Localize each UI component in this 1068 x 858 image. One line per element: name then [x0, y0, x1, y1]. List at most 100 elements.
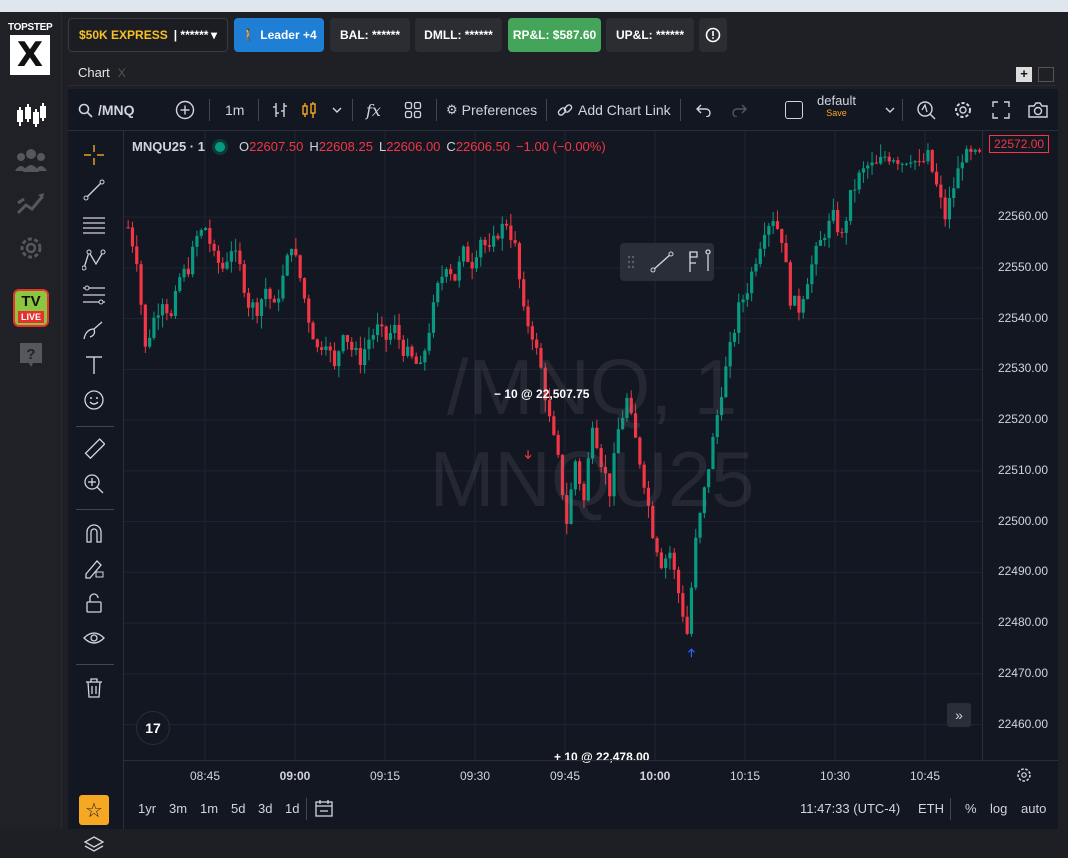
crosshair-icon[interactable] [81, 142, 107, 168]
compare-symbol-icon[interactable] [175, 100, 195, 120]
brush-icon[interactable] [81, 317, 107, 343]
bar-style-icon[interactable] [271, 100, 289, 120]
candle-body [500, 223, 504, 239]
candle-body [870, 162, 874, 166]
percent-scale-toggle[interactable]: % [965, 801, 977, 816]
candle-body [315, 339, 319, 348]
nav-analytics-icon[interactable] [11, 186, 51, 222]
range-button-1d[interactable]: 1d [285, 801, 299, 816]
leader-button[interactable]: 🚶 Leader +4 [234, 18, 324, 52]
date-range-calendar-icon[interactable] [314, 798, 334, 821]
preferences-button[interactable]: ⚙ Preferences [446, 100, 537, 120]
camera-icon[interactable] [1028, 100, 1048, 120]
price-tick: 22500.00 [997, 513, 1048, 528]
range-button-3d[interactable]: 3d [258, 801, 272, 816]
nav-settings-icon[interactable] [11, 230, 51, 266]
symbol-search[interactable]: /MNQ [78, 100, 135, 120]
layout-selector[interactable]: default Save [817, 93, 856, 127]
layout-grid-icon[interactable] [404, 100, 422, 120]
layout-save[interactable]: Save [826, 108, 847, 118]
tab-chart[interactable]: Chart X [78, 65, 126, 80]
clock-timezone[interactable]: 11:47:33 (UTC-4) [800, 801, 900, 816]
candle-body [848, 189, 853, 221]
realized-pnl-pill: RP&L: $587.60 [508, 18, 601, 52]
alert-button[interactable] [699, 18, 727, 52]
candle-body [517, 243, 522, 280]
candle-body [874, 162, 878, 164]
nav-community-icon[interactable] [11, 142, 51, 178]
candle-body [896, 160, 900, 164]
tradingview-live-badge[interactable]: TV LIVE [13, 289, 49, 327]
price-axis[interactable]: 22560.00 22550.00 22540.00 22530.00 22520.00… [982, 131, 1058, 760]
pitchfork-icon[interactable] [81, 247, 107, 273]
undo-icon[interactable] [695, 100, 711, 120]
candle-body [216, 250, 221, 263]
redo-icon[interactable] [732, 100, 748, 120]
candle-body [788, 262, 792, 306]
nav-trading-icon[interactable] [11, 98, 51, 134]
trend-line-icon[interactable] [81, 177, 107, 203]
settings-gear-icon[interactable] [953, 100, 973, 120]
candle-body [182, 268, 186, 278]
candle-body [311, 322, 315, 340]
sell-fill-label[interactable]: − 10 @ 22,507.75 [494, 387, 589, 401]
fib-retracement-icon[interactable] [81, 282, 107, 308]
log-scale-toggle[interactable]: log [990, 801, 1007, 816]
emoji-icon[interactable] [81, 387, 107, 413]
channel-lines-icon[interactable] [81, 212, 107, 238]
unlock-icon[interactable] [81, 590, 107, 616]
account-selector[interactable]: $50K EXPRESS | ****** ▾ [68, 18, 228, 52]
layout-checkbox-icon[interactable] [785, 100, 803, 120]
layers-icon[interactable] [81, 832, 107, 858]
range-button-3m[interactable]: 3m [169, 801, 187, 816]
axis-settings-gear-icon[interactable] [1016, 767, 1032, 788]
add-tab-icon[interactable]: + [1016, 67, 1032, 82]
magnet-icon[interactable] [81, 520, 107, 546]
candle-body [203, 228, 208, 231]
candle-style-icon[interactable] [300, 100, 318, 120]
time-tick: 10:00 [639, 769, 671, 783]
add-chart-link-label: Add Chart Link [578, 102, 671, 118]
add-chart-link-button[interactable]: Add Chart Link [557, 100, 671, 120]
chevron-down-icon[interactable] [331, 100, 343, 120]
candle-body [143, 304, 147, 347]
logo-text: TOPSTEP [8, 22, 53, 33]
interval-button[interactable]: 1m [225, 100, 244, 120]
candle-body [913, 161, 917, 163]
favorites-star-icon[interactable]: ☆ [79, 795, 109, 825]
scroll-to-realtime-icon[interactable]: » [947, 703, 971, 727]
zoom-in-icon[interactable] [81, 471, 107, 497]
ruler-icon[interactable] [81, 436, 107, 462]
candle-body [952, 188, 956, 199]
auto-scale-toggle[interactable]: auto [1021, 801, 1046, 816]
trash-icon[interactable] [81, 675, 107, 701]
range-button-5d[interactable]: 5d [231, 801, 245, 816]
floating-drawing-toolbar [620, 243, 714, 281]
quick-search-icon[interactable] [916, 100, 936, 120]
session-toggle[interactable]: ETH [918, 801, 944, 816]
nav-help-icon[interactable]: ? [11, 337, 51, 373]
candle-body [148, 337, 152, 347]
legend-change: −1.00 (−0.00%) [516, 139, 606, 154]
tradingview-logo[interactable]: 17 [136, 711, 170, 745]
candle-body [737, 302, 741, 333]
toolbar-divider [352, 99, 353, 121]
indicators-button[interactable]: fx [366, 100, 381, 120]
lock-drawings-icon[interactable] [81, 555, 107, 581]
topstep-logo[interactable]: TOPSTEP X [8, 22, 53, 75]
chevron-down-icon[interactable] [884, 100, 896, 120]
chart-plot-area[interactable]: /MNQ, 1 MNQU25 MNQU25 · 1 O 22607.50 H 226… [124, 131, 1058, 764]
candle-body [139, 264, 143, 305]
fullscreen-icon[interactable] [992, 100, 1010, 120]
candle-body [504, 223, 509, 226]
maximize-icon[interactable] [1038, 67, 1054, 82]
toolbar-divider [76, 664, 114, 665]
time-axis[interactable]: 08:45 09:00 09:15 09:30 09:45 10:00 10:15 10:30… [124, 760, 1058, 790]
tab-close-icon[interactable]: X [118, 66, 126, 80]
legend-symbol[interactable]: MNQU25 · 1 [132, 139, 205, 154]
text-tool-icon[interactable] [81, 352, 107, 378]
candle-body [509, 225, 513, 241]
eye-icon[interactable] [81, 625, 107, 651]
range-button-1m[interactable]: 1m [200, 801, 218, 816]
range-button-1yr[interactable]: 1yr [138, 801, 156, 816]
